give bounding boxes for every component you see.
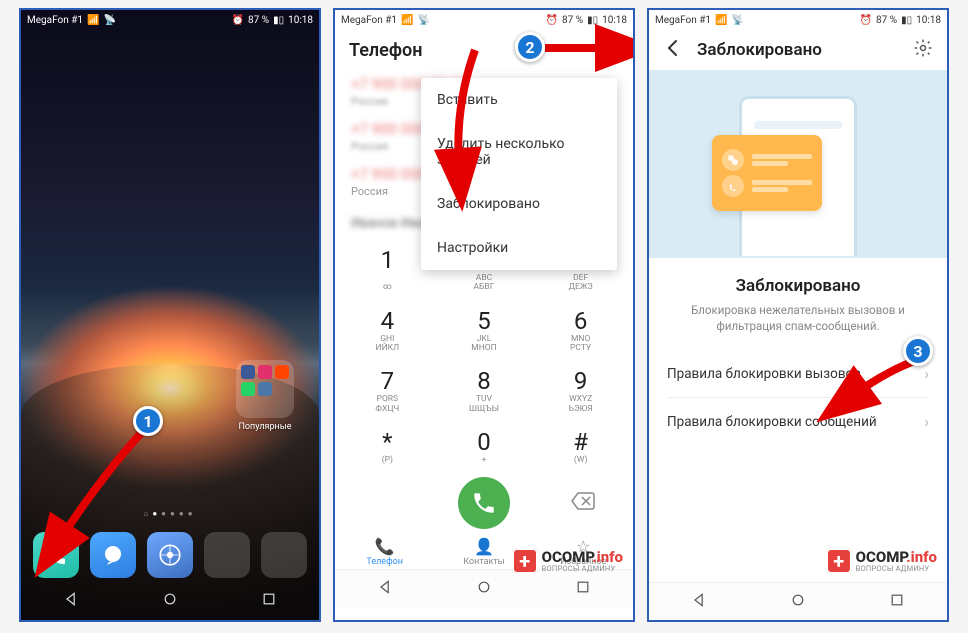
arrow-annotation <box>435 46 485 176</box>
key-6[interactable]: 6MNO РСТУ <box>532 299 629 360</box>
watermark-icon: + <box>512 548 538 574</box>
clock-label: 10:18 <box>916 15 941 26</box>
signal-icon: 📶 <box>87 15 99 26</box>
alarm-icon: ⏰ <box>546 15 558 26</box>
back-button[interactable] <box>377 579 393 599</box>
android-nav-bar <box>21 582 319 620</box>
menu-settings[interactable]: Настройки <box>421 226 617 270</box>
key-9[interactable]: 9WXYZ ЬЭЮЯ <box>532 359 629 420</box>
section-description: Блокировка нежелательных вызовов и фильт… <box>649 302 947 350</box>
carrier-label: MegaFon #1 <box>27 15 83 26</box>
phone-dialer-screen: MegaFon #1 📶 📡 ⏰ 87 % ▮▯ 10:18 Телефон ⋮… <box>333 8 635 622</box>
recent-button[interactable] <box>889 592 905 612</box>
back-button[interactable] <box>663 38 683 62</box>
status-bar: MegaFon #1 📶 📡 ⏰ 87 % ▮▯ 10:18 <box>649 10 947 30</box>
home-button[interactable] <box>790 592 806 612</box>
clock-label: 10:18 <box>602 15 627 26</box>
watermark: + OCOMP.info ВОПРОСЫ АДМИНУ <box>512 548 623 574</box>
key-hash[interactable]: #(W) <box>532 420 629 471</box>
backspace-button[interactable] <box>534 491 633 515</box>
home-button[interactable] <box>162 591 178 611</box>
step-badge-2: 2 <box>515 32 545 62</box>
back-button[interactable] <box>63 591 79 611</box>
rule-label: Правила блокировки сообщений <box>667 414 877 430</box>
phone-icon: 📞 <box>335 537 434 556</box>
alarm-icon: ⏰ <box>232 15 244 26</box>
folder-icon <box>236 360 294 418</box>
carrier-label: MegaFon #1 <box>655 15 711 26</box>
step-badge-3: 3 <box>903 336 933 366</box>
hero-illustration <box>649 70 947 258</box>
wifi-icon: 📡 <box>417 15 429 26</box>
recent-button[interactable] <box>261 591 277 611</box>
blocked-header: Заблокировано <box>649 30 947 70</box>
dialpad: 1 ∞ 2ABC АБВГ 3DEF ДЕЖЗ 4GHI ИЙКЛ 5JKL М… <box>335 238 633 471</box>
battery-icon: ▮▯ <box>901 15 912 26</box>
folder-label: Популярные <box>233 422 297 432</box>
phone-home-screen: MegaFon #1 📶 📡 ⏰ 87 % ▮▯ 10:18 Популярн <box>19 8 321 622</box>
back-button[interactable] <box>691 592 707 612</box>
rule-sms-blocking[interactable]: Правила блокировки сообщений › <box>649 398 947 445</box>
watermark: + OCOMP.info ВОПРОСЫ АДМИНУ <box>826 548 937 574</box>
battery-icon: ▮▯ <box>587 15 598 26</box>
chevron-right-icon: › <box>924 412 929 431</box>
menu-blocked[interactable]: Заблокировано <box>421 182 617 226</box>
dial-call-button[interactable] <box>458 477 510 529</box>
section-title: Заблокировано <box>649 258 947 302</box>
home-folder[interactable]: Популярные <box>233 360 297 432</box>
key-4[interactable]: 4GHI ИЙКЛ <box>339 299 436 360</box>
battery-icon: ▮▯ <box>273 15 284 26</box>
dialer-title: Телефон <box>349 40 422 61</box>
status-bar: MegaFon #1 📶 📡 ⏰ 87 % ▮▯ 10:18 <box>21 10 319 30</box>
battery-label: 87 % <box>248 15 269 26</box>
battery-label: 87 % <box>562 15 583 26</box>
tab-phone[interactable]: 📞 Телефон <box>335 537 434 567</box>
step-badge-1: 1 <box>133 406 163 436</box>
clock-label: 10:18 <box>288 15 313 26</box>
key-0[interactable]: 0+ <box>436 420 533 471</box>
dock-folder-2[interactable] <box>261 532 307 578</box>
alarm-icon: ⏰ <box>860 15 872 26</box>
home-button[interactable] <box>476 579 492 599</box>
key-5[interactable]: 5JKL МНОП <box>436 299 533 360</box>
watermark-icon: + <box>826 548 852 574</box>
signal-icon: 📶 <box>401 15 413 26</box>
wifi-icon: 📡 <box>731 15 743 26</box>
recent-button[interactable] <box>575 579 591 599</box>
signal-icon: 📶 <box>715 15 727 26</box>
key-8[interactable]: 8TUV ШЩЪЫ <box>436 359 533 420</box>
settings-button[interactable] <box>913 38 933 62</box>
hero-card-icon <box>712 135 822 211</box>
rule-label: Правила блокировки вызовов <box>667 366 861 382</box>
carrier-label: MegaFon #1 <box>341 15 397 26</box>
page-title: Заблокировано <box>697 40 899 60</box>
dock-folder-1[interactable] <box>204 532 250 578</box>
arrow-annotation <box>47 426 157 556</box>
android-nav-bar <box>649 582 947 620</box>
phone-blocked-screen: MegaFon #1 📶 📡 ⏰ 87 % ▮▯ 10:18 Заблокиро… <box>647 8 949 622</box>
battery-label: 87 % <box>876 15 897 26</box>
wifi-icon: 📡 <box>103 15 115 26</box>
android-nav-bar <box>335 569 633 607</box>
key-7[interactable]: 7PQRS ФХЦЧ <box>339 359 436 420</box>
status-bar: MegaFon #1 📶 📡 ⏰ 87 % ▮▯ 10:18 <box>335 10 633 30</box>
arrow-annotation <box>541 36 625 62</box>
key-star[interactable]: *(P) <box>339 420 436 471</box>
